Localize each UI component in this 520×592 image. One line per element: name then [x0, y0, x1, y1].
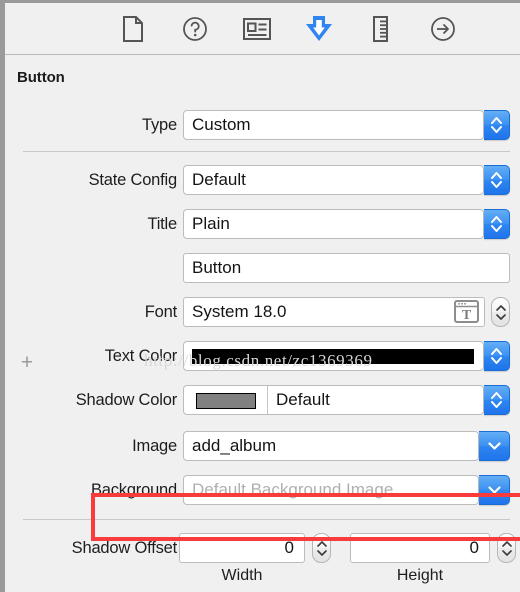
font-panel-icon[interactable]: T: [454, 300, 479, 323]
background-combo-chevron[interactable]: [479, 475, 510, 505]
shadow-offset-width-stepper[interactable]: [312, 533, 331, 563]
row-label-type: Type: [142, 116, 177, 134]
row-background: Background Default Background Image: [5, 475, 520, 505]
title-popup-value[interactable]: Plain: [183, 209, 484, 239]
shadow-color-divider: [267, 386, 268, 414]
shadow-color-value: Default: [276, 390, 330, 409]
row-label-shadow-offset: Shadow Offset: [71, 539, 178, 557]
add-state-button[interactable]: +: [19, 352, 35, 373]
file-inspector-icon[interactable]: [115, 12, 151, 46]
row-label-state-config: State Config: [88, 171, 178, 189]
state-config-popup-value[interactable]: Default: [183, 165, 484, 195]
quick-help-icon[interactable]: [177, 12, 213, 46]
title-popup-arrows[interactable]: [484, 209, 510, 239]
title-text-input[interactable]: Button: [183, 253, 510, 283]
row-image: Image add_album: [5, 431, 520, 461]
row-label-background: Background: [90, 481, 177, 499]
url-watermark: http://blog.csdn.net/zc1369369: [144, 351, 373, 370]
separator-bottom: [23, 519, 510, 520]
row-title: Title Plain: [5, 209, 520, 239]
attributes-inspector-window: Button Type Custom State Config Default …: [0, 0, 520, 592]
shadow-offset-width-label: Width: [221, 567, 263, 584]
row-type: Type Custom: [5, 110, 520, 140]
separator-top: [23, 151, 510, 152]
row-label-font: Font: [144, 303, 177, 321]
row-label-shadow-color: Shadow Color: [75, 391, 177, 409]
inspector-body: Button Type Custom State Config Default …: [5, 55, 520, 592]
type-popup-value[interactable]: Custom: [183, 110, 484, 140]
page-title: Button: [17, 69, 65, 86]
shadow-color-arrows[interactable]: [484, 385, 510, 415]
font-size-stepper[interactable]: [491, 297, 510, 327]
row-state-config: State Config Default: [5, 165, 520, 195]
connections-inspector-icon[interactable]: [425, 12, 461, 46]
font-value[interactable]: System 18.0: [183, 297, 485, 327]
inspector-toolbar: [5, 3, 520, 55]
row-shadow-offset: Shadow Offset 0 0: [5, 533, 520, 563]
type-popup-arrows[interactable]: [484, 110, 510, 140]
shadow-color-well[interactable]: Default: [183, 385, 484, 415]
attributes-inspector-icon[interactable]: [301, 12, 337, 46]
row-label-title: Title: [147, 215, 177, 233]
row-title-text: Button: [5, 253, 520, 283]
background-combo-value[interactable]: Default Background Image: [183, 475, 479, 505]
row-shadow-color: Shadow Color Default: [5, 385, 520, 415]
image-combo-chevron[interactable]: [479, 431, 510, 461]
shadow-offset-width-input[interactable]: 0: [179, 533, 305, 563]
shadow-offset-height-input[interactable]: 0: [350, 533, 490, 563]
identity-inspector-icon[interactable]: [239, 12, 275, 46]
text-color-arrows[interactable]: [484, 341, 510, 371]
image-combo-value[interactable]: add_album: [183, 431, 479, 461]
row-font: Font System 18.0 T: [5, 297, 520, 327]
shadow-offset-height-label: Height: [396, 567, 444, 584]
size-inspector-icon[interactable]: [363, 12, 399, 46]
svg-text:T: T: [462, 308, 472, 323]
shadow-color-swatch[interactable]: [196, 393, 256, 409]
shadow-offset-height-stepper[interactable]: [497, 533, 516, 563]
state-config-popup-arrows[interactable]: [484, 165, 510, 195]
row-label-image: Image: [132, 437, 177, 455]
